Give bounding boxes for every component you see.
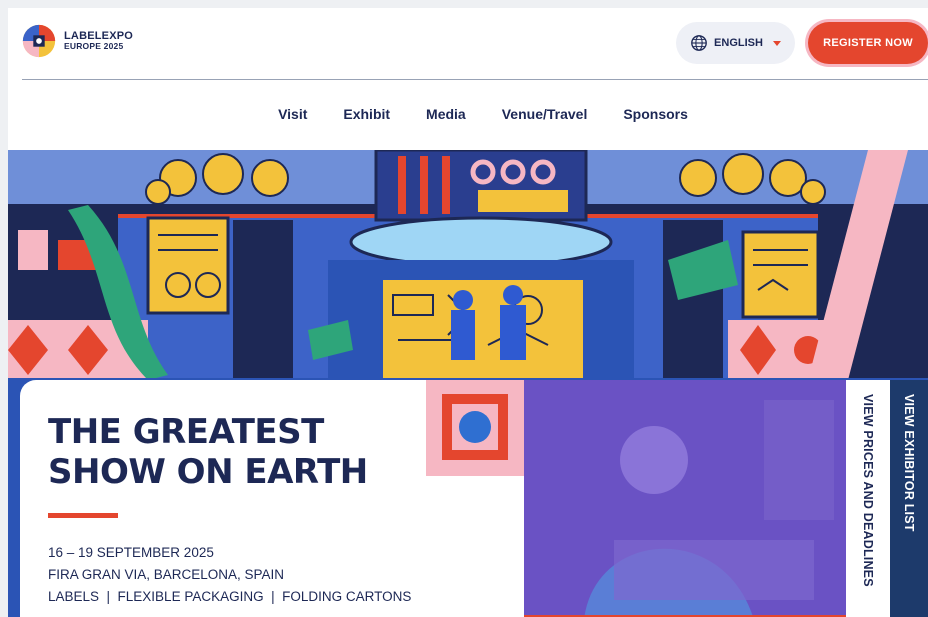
logo-line2: EUROPE 2025 bbox=[64, 41, 124, 51]
exhibitor-list-tab[interactable]: VIEW EXHIBITOR LIST bbox=[890, 380, 928, 617]
globe-icon bbox=[691, 35, 707, 51]
event-venue: FIRA GRAN VIA, BARCELONA, SPAIN bbox=[48, 567, 285, 582]
labelexpo-logo[interactable]: LABELEXPO EUROPE 2025 bbox=[20, 22, 133, 60]
nav-item-sponsors[interactable]: Sponsors bbox=[623, 94, 688, 134]
event-details: 16 – 19 SEPTEMBER 2025 FIRA GRAN VIA, BA… bbox=[48, 542, 411, 608]
nav-item-visit[interactable]: Visit bbox=[278, 94, 307, 134]
site-header: LABELEXPO EUROPE 2025 ENGLISH REGISTER N… bbox=[8, 8, 928, 78]
page: LABELEXPO EUROPE 2025 ENGLISH REGISTER N… bbox=[8, 8, 928, 617]
hero-headline: THE GREATEST SHOW ON EARTH bbox=[48, 412, 368, 492]
caret-down-icon bbox=[772, 40, 781, 46]
event-categories: LABELS | FLEXIBLE PACKAGING | FOLDING CA… bbox=[48, 589, 412, 604]
photo-illustration bbox=[584, 400, 834, 617]
prices-deadlines-tab[interactable]: VIEW PRICES AND DEADLINES bbox=[846, 380, 890, 617]
decorative-badge bbox=[426, 380, 524, 476]
prices-tab-label: VIEW PRICES AND DEADLINES bbox=[861, 394, 875, 587]
hero-section: THE GREATEST SHOW ON EARTH 16 – 19 SEPTE… bbox=[8, 150, 928, 617]
language-label: ENGLISH bbox=[714, 37, 763, 49]
exhibitor-tab-label: VIEW EXHIBITOR LIST bbox=[902, 394, 916, 532]
register-now-button[interactable]: REGISTER NOW bbox=[808, 22, 928, 64]
event-dates: 16 – 19 SEPTEMBER 2025 bbox=[48, 545, 214, 560]
logo-mark-icon bbox=[22, 24, 56, 58]
logo-line1: LABELEXPO bbox=[64, 30, 134, 42]
nav-item-venue-travel[interactable]: Venue/Travel bbox=[502, 94, 588, 134]
logo-text: LABELEXPO EUROPE 2025 bbox=[64, 30, 134, 52]
headline-line1: THE GREATEST bbox=[48, 412, 324, 452]
headline-line2: SHOW ON EARTH bbox=[48, 452, 368, 492]
header-divider bbox=[22, 79, 928, 80]
main-nav: Visit Exhibit Media Venue/Travel Sponsor… bbox=[8, 94, 928, 134]
accent-divider bbox=[48, 513, 118, 518]
exhibitor-photo bbox=[524, 380, 846, 617]
language-selector[interactable]: ENGLISH bbox=[676, 22, 795, 64]
nav-item-media[interactable]: Media bbox=[426, 94, 466, 134]
nav-item-exhibit[interactable]: Exhibit bbox=[343, 94, 390, 134]
